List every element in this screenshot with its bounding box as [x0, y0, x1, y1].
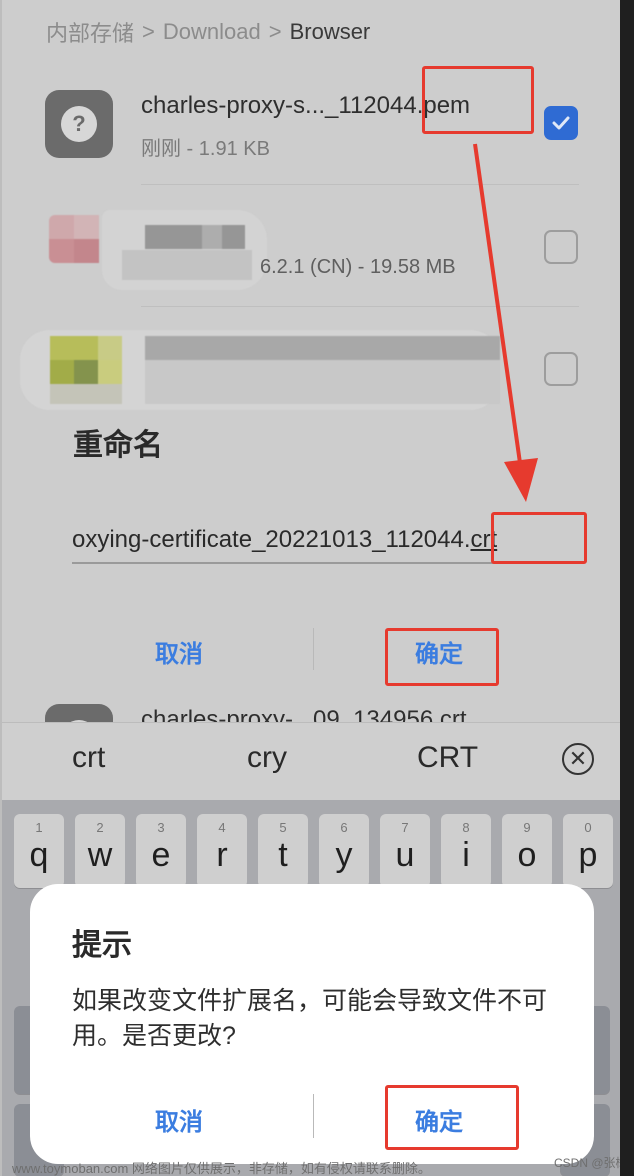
key-number-hint: 4	[218, 820, 226, 835]
keyboard-suggestion-bar: crt cry CRT ✕	[2, 722, 620, 800]
annotation-box-confirm	[385, 628, 499, 686]
annotation-arrow	[473, 143, 538, 502]
button-divider	[313, 1094, 314, 1138]
keyboard-key-o[interactable]: 9o	[502, 814, 552, 888]
key-letter: u	[395, 836, 415, 874]
alert-dialog-title: 提示	[72, 929, 132, 962]
filename-input-text: oxying-certificate_20221013_112044.	[72, 526, 471, 553]
key-letter: q	[29, 836, 49, 874]
keyboard-key-y[interactable]: 6y	[319, 814, 369, 888]
watermark-text: www.toymoban.com 网络图片仅供展示，非存储，如有侵权请联系删除。	[12, 1161, 431, 1176]
key-number-hint: 0	[584, 820, 592, 835]
key-letter: w	[87, 836, 113, 874]
keyboard-key-t[interactable]: 5t	[258, 814, 308, 888]
keyboard-key-i[interactable]: 8i	[441, 814, 491, 888]
keyboard-key-r[interactable]: 4r	[197, 814, 247, 888]
key-number-hint: 1	[35, 820, 43, 835]
keyboard-key-e[interactable]: 3e	[136, 814, 186, 888]
screen-edge	[620, 0, 634, 1176]
file-name: charles-proxy-...09_134956.crt	[141, 706, 467, 722]
key-letter: e	[151, 836, 171, 874]
key-number-hint: 8	[462, 820, 470, 835]
watermark-author: CSDN @张樟	[554, 1156, 620, 1170]
key-letter: t	[278, 836, 288, 874]
key-number-hint: 6	[340, 820, 348, 835]
file-row[interactable]: ? charles-proxy-...09_134956.crt	[2, 700, 620, 722]
key-number-hint: 3	[157, 820, 165, 835]
phone-screen: 内部存储 > Download > Browser ? charles-prox…	[0, 0, 620, 1176]
key-number-hint: 2	[96, 820, 104, 835]
key-number-hint: 7	[401, 820, 409, 835]
keyboard-key-p[interactable]: 0p	[563, 814, 613, 888]
keyboard-key-u[interactable]: 7u	[380, 814, 430, 888]
unknown-file-icon: ?	[45, 704, 113, 722]
keyboard-key-q[interactable]: 1q	[14, 814, 64, 888]
key-letter: y	[335, 836, 353, 874]
close-circle-icon[interactable]: ✕	[562, 743, 594, 775]
key-number-hint: 5	[279, 820, 287, 835]
keyboard-key-w[interactable]: 2w	[75, 814, 125, 888]
annotation-box-alert-confirm	[385, 1085, 519, 1150]
key-letter: p	[578, 836, 598, 874]
suggestion-item[interactable]: cry	[247, 741, 287, 775]
alert-dialog-message: 如果改变文件扩展名，可能会导致文件不可用。是否更改?	[72, 987, 548, 1050]
rename-filename-input[interactable]: oxying-certificate_20221013_112044. crt	[72, 518, 554, 564]
suggestion-item[interactable]: crt	[72, 741, 105, 775]
rename-cancel-button[interactable]: 取消	[155, 634, 203, 669]
key-letter: r	[216, 836, 228, 874]
key-letter: i	[462, 836, 470, 874]
suggestion-item[interactable]: CRT	[417, 741, 478, 775]
key-letter: o	[517, 836, 537, 874]
button-divider	[313, 628, 314, 670]
key-number-hint: 9	[523, 820, 531, 835]
alert-cancel-button[interactable]: 取消	[155, 1102, 203, 1137]
